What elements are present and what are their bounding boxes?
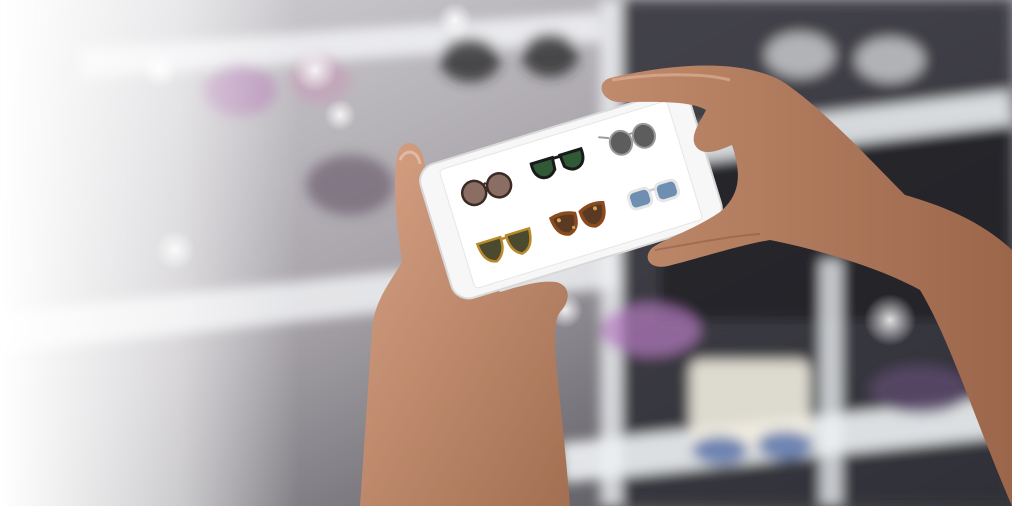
photo-illustration [0, 0, 1012, 506]
photo-scene [0, 0, 1012, 506]
left-white-fade [0, 0, 300, 506]
